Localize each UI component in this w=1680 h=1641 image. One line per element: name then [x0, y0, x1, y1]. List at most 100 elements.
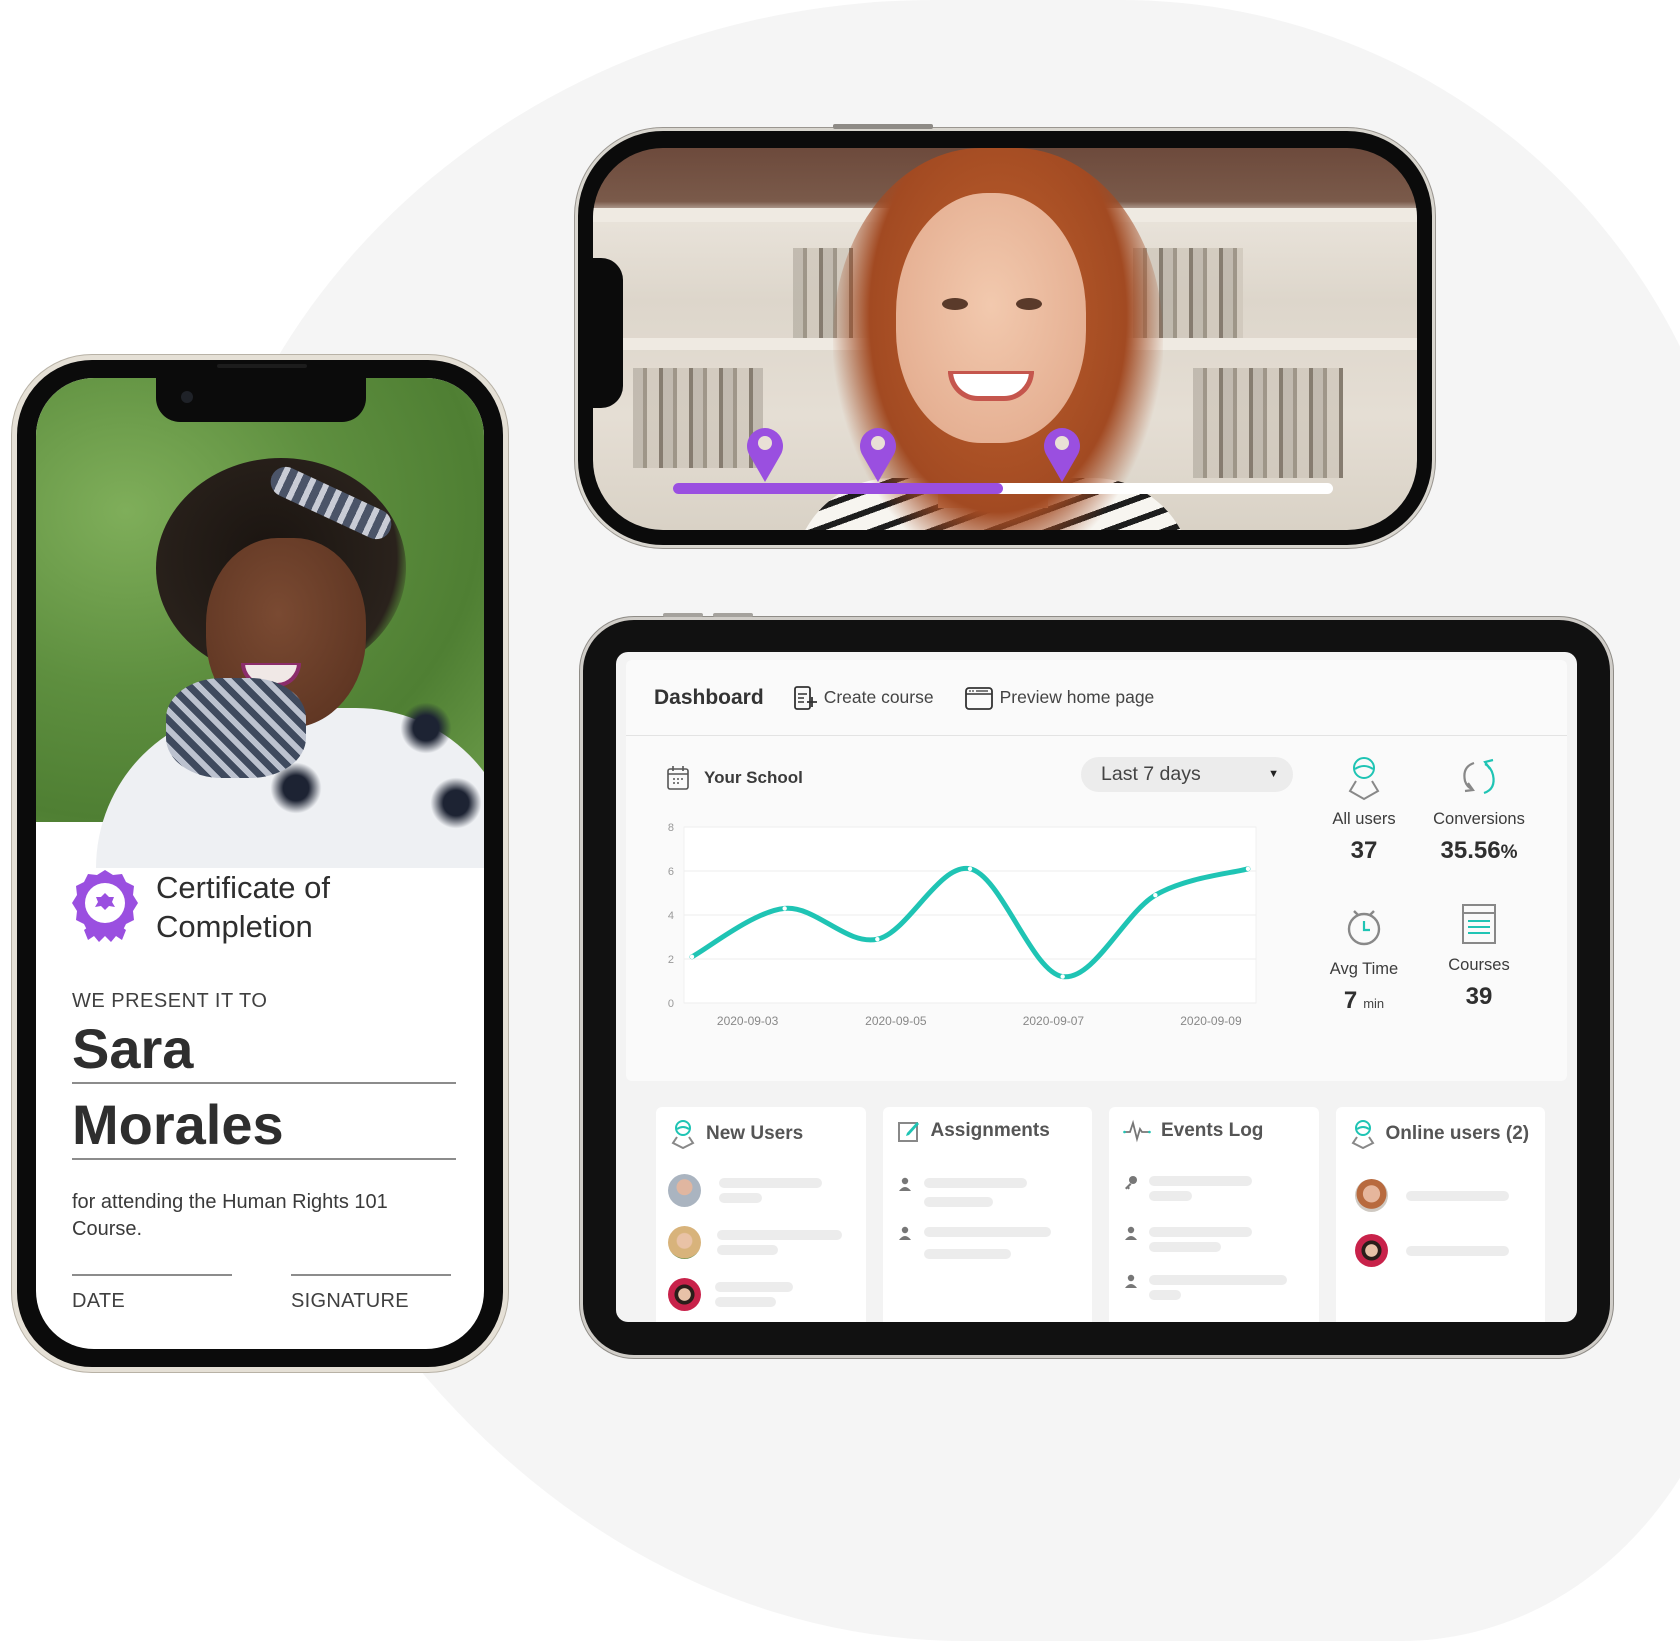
tablet-button — [663, 613, 703, 617]
avatar — [668, 1278, 701, 1311]
location-pin-icon[interactable] — [857, 424, 899, 482]
stat-label: All users — [1332, 810, 1396, 828]
school-filter: Your School — [666, 765, 803, 791]
stat-number: 7 — [1343, 987, 1358, 1014]
stat-value: 37 — [1350, 837, 1378, 864]
x-tick-label: 2020-09-09 — [1180, 1014, 1242, 1028]
y-tick-label: 8 — [668, 822, 674, 834]
dashboard-title[interactable]: Dashboard — [654, 686, 764, 710]
video-progress-fill — [673, 483, 1003, 494]
card-header: Online users (2) — [1350, 1119, 1530, 1149]
stats-grid: All users 37 Conversions 35.56% Avg Time… — [1304, 755, 1544, 1055]
document-list-icon — [1462, 904, 1496, 944]
card-assignments[interactable]: Assignments — [882, 1107, 1092, 1322]
list-item[interactable] — [895, 1223, 1081, 1263]
phone-speaker — [217, 364, 307, 368]
location-pin-icon[interactable] — [744, 424, 786, 482]
stat-label: Courses — [1448, 956, 1510, 974]
floral-pattern — [396, 698, 456, 758]
data-point — [1153, 893, 1158, 898]
avatar — [1354, 1179, 1388, 1212]
caret-down-icon: ▼ — [1268, 768, 1279, 780]
placeholder-line — [1149, 1227, 1252, 1237]
stat-suffix: % — [1500, 842, 1518, 863]
dashboard-nav: Dashboard Create course Preview home pag… — [626, 660, 1567, 736]
list-item[interactable] — [1121, 1223, 1307, 1263]
stat-avg-time: Avg Time 7 min — [1304, 905, 1424, 1015]
list-item[interactable] — [1121, 1271, 1307, 1311]
placeholder-line — [717, 1230, 842, 1240]
stat-value: 7 min — [1304, 987, 1424, 1015]
refresh-arrows-icon — [1463, 758, 1495, 795]
certificate-title: Certificate of Completion — [156, 868, 330, 946]
list-item[interactable] — [1348, 1234, 1534, 1274]
date-range-select[interactable]: Last 7 days ▼ — [1081, 757, 1293, 792]
list-item[interactable] — [668, 1226, 854, 1266]
certificate-screen: Certificate of Completion WE PRESENT IT … — [36, 378, 484, 1349]
person-icon — [898, 1177, 911, 1191]
video-phone — [575, 124, 1435, 548]
activity-chart: 0 2 4 6 8 2020-09-03 2020-09-05 2020-09-07 2020-… — [656, 810, 1296, 1040]
list-item[interactable] — [1121, 1172, 1307, 1212]
stat-unit: min — [1363, 996, 1385, 1011]
card-online-users[interactable]: Online users (2) — [1335, 1107, 1545, 1322]
y-tick-label: 4 — [668, 910, 674, 922]
card-events-log[interactable]: Events Log — [1109, 1107, 1319, 1322]
phone-side-button — [833, 124, 933, 129]
phone-notch — [156, 378, 366, 422]
list-item[interactable] — [668, 1174, 854, 1214]
stat-label: Conversions — [1433, 810, 1525, 828]
create-course-link[interactable]: Create course — [792, 685, 934, 711]
data-point — [1060, 974, 1065, 979]
award-badge-icon — [72, 870, 138, 942]
placeholder-line — [1405, 1191, 1509, 1201]
card-header: New Users — [670, 1119, 803, 1149]
calendar-icon — [667, 766, 689, 790]
tablet: Dashboard Create course Preview home pag… — [580, 613, 1613, 1358]
activity-chart-svg: 0 2 4 6 8 2020-09-03 2020-09-05 2020-09-07 2020-… — [668, 822, 1257, 1028]
date-label: DATE — [72, 1290, 126, 1312]
recipient-first-name: Sara — [72, 1018, 456, 1084]
edit-square-icon — [897, 1122, 919, 1142]
card-title: Events Log — [1161, 1120, 1264, 1141]
course-description: for attending the Human Rights 101 Cours… — [72, 1191, 388, 1240]
create-course-icon — [793, 685, 817, 710]
location-pin-icon[interactable] — [1041, 424, 1083, 482]
preview-home-label: Preview home page — [999, 687, 1155, 707]
card-header: Assignments — [897, 1119, 1050, 1143]
video-progress-bar[interactable] — [673, 483, 1333, 494]
eye — [942, 298, 968, 310]
signature-label: SIGNATURE — [291, 1290, 409, 1312]
preview-home-link[interactable]: Preview home page — [964, 685, 1155, 711]
camera-notch — [593, 258, 623, 408]
placeholder-line — [1149, 1290, 1181, 1300]
recipient-last-name: Morales — [72, 1094, 456, 1160]
x-tick-label: 2020-09-05 — [865, 1014, 927, 1028]
date-range-value: Last 7 days — [1101, 763, 1201, 785]
placeholder-line — [1149, 1176, 1252, 1186]
card-title: Online users (2) — [1385, 1123, 1530, 1144]
video-player[interactable] — [593, 148, 1417, 530]
date-line — [72, 1274, 232, 1276]
list-item[interactable] — [895, 1174, 1081, 1214]
eye — [1016, 298, 1042, 310]
recipient-photo — [36, 378, 484, 868]
user-icon — [671, 1120, 695, 1149]
smile — [948, 371, 1034, 401]
card-header: Events Log — [1123, 1119, 1263, 1143]
list-item[interactable] — [668, 1278, 854, 1318]
school-label: Your School — [704, 768, 803, 787]
list-item[interactable] — [1348, 1179, 1534, 1219]
stat-courses: Courses 39 — [1419, 901, 1539, 1011]
card-title: New Users — [706, 1123, 804, 1144]
avatar — [668, 1174, 701, 1207]
y-tick-label: 0 — [668, 998, 674, 1010]
card-new-users[interactable]: New Users — [656, 1107, 866, 1322]
certificate-header: Certificate of Completion — [72, 868, 330, 946]
certificate: Certificate of Completion WE PRESENT IT … — [72, 822, 456, 1349]
placeholder-line — [719, 1193, 762, 1203]
placeholder-line — [1405, 1246, 1509, 1256]
browser-window-icon — [964, 686, 993, 710]
x-tick-label: 2020-09-03 — [717, 1014, 779, 1028]
front-camera — [181, 391, 193, 403]
